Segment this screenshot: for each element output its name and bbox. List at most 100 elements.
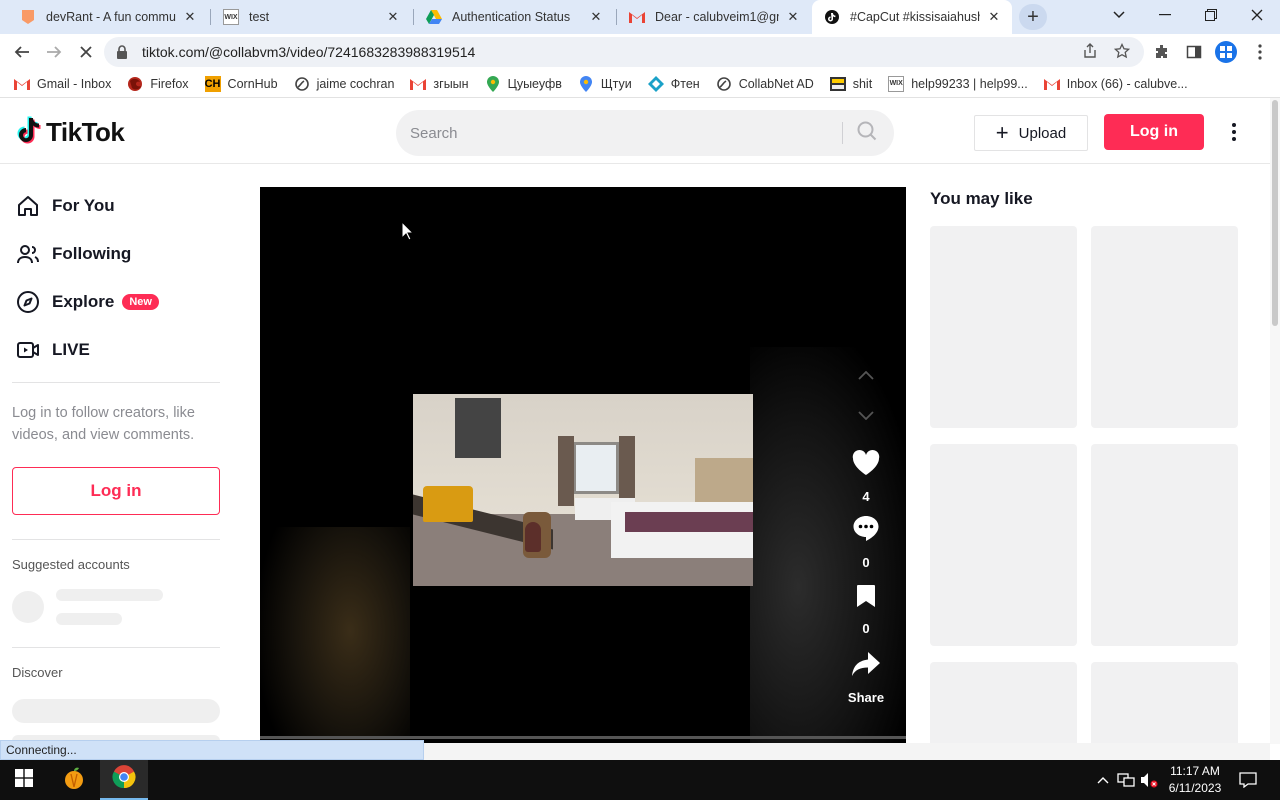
vertical-scrollbar-thumb[interactable] [1272, 100, 1278, 326]
bookmarks-bar: Gmail - Inbox Firefox CH CornHub jaime c… [0, 70, 1280, 98]
stop-loading-icon[interactable] [72, 38, 100, 66]
restore-icon[interactable] [1188, 0, 1234, 30]
sidebar-item-label: For You [52, 196, 115, 215]
close-icon[interactable]: ✕ [986, 9, 1002, 25]
skeleton-pill [12, 699, 220, 723]
network-icon[interactable] [1117, 770, 1135, 790]
devrant-icon [20, 9, 36, 25]
bookmark-help99233[interactable]: WIX help99233 | help99... [888, 75, 1028, 92]
lock-icon[interactable] [116, 45, 130, 59]
bookmark-label: Inbox (66) - calubve... [1066, 76, 1188, 91]
profile-avatar-icon[interactable] [1214, 40, 1238, 64]
bookmark-collabnet-ad[interactable]: CollabNet AD [716, 76, 814, 92]
recommended-video-placeholder[interactable] [1091, 226, 1238, 428]
bookmark-star-icon[interactable] [1112, 41, 1132, 61]
gmail-icon [410, 76, 427, 92]
share-button[interactable]: Share [836, 651, 896, 705]
bookmark-gmail-inbox[interactable]: Gmail - Inbox [14, 76, 111, 92]
upload-button[interactable]: + Upload [974, 115, 1088, 151]
recommended-video-placeholder[interactable] [1091, 662, 1238, 744]
tab-gmail-dear[interactable]: Dear - calubveim1@gmail.com ✕ [617, 0, 811, 34]
browser-menu-icon[interactable] [1250, 42, 1270, 62]
close-icon[interactable]: ✕ [588, 9, 604, 25]
previous-video-icon[interactable] [856, 368, 876, 382]
comment-icon [852, 514, 880, 547]
address-bar[interactable]: tiktok.com/@collabvm3/video/724168328398… [104, 37, 1144, 67]
sidebar-divider [12, 382, 220, 383]
forward-icon[interactable] [40, 38, 68, 66]
recommended-video-placeholder[interactable] [1091, 444, 1238, 646]
recommended-video-placeholder[interactable] [930, 226, 1077, 428]
video-player[interactable]: 4 0 0 Share [260, 187, 906, 743]
globe-icon [716, 76, 732, 92]
close-icon[interactable]: ✕ [385, 9, 401, 25]
share-page-icon[interactable] [1080, 41, 1100, 61]
tab-title: test [249, 10, 270, 24]
google-drive-icon [426, 9, 442, 25]
firefox-icon [127, 76, 143, 92]
tiktok-logo[interactable]: TikTok [16, 116, 125, 149]
show-hidden-icons-chevron-icon[interactable] [1094, 770, 1112, 790]
tab-test[interactable]: WIX test ✕ [211, 0, 411, 34]
bookmark-inbox-66[interactable]: Inbox (66) - calubve... [1043, 76, 1188, 92]
tab-strip: devRant - A fun community for developers… [0, 0, 1280, 34]
bookmark-ften[interactable]: Фтен [647, 75, 700, 92]
fruit-app-icon [62, 766, 86, 795]
tab-devrant[interactable]: devRant - A fun community for developers… [8, 0, 208, 34]
bookmark-tsuyeufv[interactable]: Цуыеуфв [485, 75, 562, 92]
window-close-icon[interactable] [1234, 0, 1280, 30]
recommended-video-placeholder[interactable] [930, 662, 1077, 744]
side-panel-icon[interactable] [1184, 42, 1204, 62]
new-badge: New [122, 294, 159, 310]
bookmark-zgyyn[interactable]: згыын [410, 76, 469, 92]
bookmark-label: Щтуи [600, 76, 632, 91]
sidebar-item-for-you[interactable]: For You [16, 190, 115, 222]
bookmark-cornhub[interactable]: CH CornHub [204, 75, 278, 92]
recommended-video-placeholder[interactable] [930, 444, 1077, 646]
url-text: tiktok.com/@collabvm3/video/724168328398… [142, 44, 476, 60]
gmail-icon [629, 9, 645, 25]
bookmark-label: згыын [433, 76, 469, 91]
header-login-button[interactable]: Log in [1104, 114, 1204, 150]
taskbar-app-fl-studio[interactable] [50, 760, 98, 800]
taskbar-app-chrome[interactable] [100, 760, 148, 800]
tab-search-chevron-icon[interactable] [1096, 0, 1142, 30]
people-icon [16, 242, 40, 266]
more-options-icon[interactable] [1224, 120, 1244, 144]
sidebar-item-live[interactable]: LIVE [16, 334, 90, 366]
like-button[interactable]: 4 [836, 450, 896, 504]
close-icon[interactable]: ✕ [785, 9, 801, 25]
bookmark-label: CollabNet AD [738, 76, 814, 91]
bookmark-firefox[interactable]: Firefox [127, 76, 189, 92]
volume-muted-icon[interactable] [1140, 770, 1158, 790]
search-input[interactable] [410, 110, 830, 156]
search-divider [842, 122, 843, 144]
new-tab-button[interactable]: + [1019, 4, 1047, 30]
tab-authentication-status[interactable]: Authentication Status ✕ [414, 0, 614, 34]
minimize-icon[interactable] [1142, 0, 1188, 30]
next-video-icon[interactable] [856, 408, 876, 422]
save-button[interactable]: 0 [836, 584, 896, 636]
sidebar-item-following[interactable]: Following [16, 238, 131, 270]
tab-title: #CapCut #kissisaiahusher [850, 10, 980, 24]
sidebar-login-button[interactable]: Log in [12, 467, 220, 515]
tiktok-header: TikTok + Upload Log in [0, 98, 1270, 164]
suggested-accounts-heading: Suggested accounts [12, 557, 130, 572]
sidebar-item-explore[interactable]: Explore New [16, 286, 159, 318]
clock-date: 6/11/2023 [1168, 781, 1222, 795]
tiktok-note-icon [16, 116, 42, 149]
bookmark-jaime-cochran[interactable]: jaime cochran [294, 76, 394, 92]
tab-tiktok-active[interactable]: #CapCut #kissisaiahusher ✕ [812, 0, 1012, 34]
start-button[interactable] [0, 760, 48, 800]
search-button[interactable] [852, 121, 882, 145]
close-icon[interactable]: ✕ [182, 9, 198, 25]
video-progress-bar[interactable] [260, 736, 906, 739]
tiktok-wordmark: TikTok [46, 117, 125, 147]
bookmark-shit[interactable]: shit [829, 76, 872, 92]
back-icon[interactable] [8, 38, 36, 66]
bookmark-shtui[interactable]: Щтуи [578, 75, 632, 92]
notifications-icon[interactable] [1238, 770, 1258, 790]
taskbar-clock[interactable]: 11:17 AM 6/11/2023 [1160, 763, 1230, 797]
extensions-icon[interactable] [1152, 42, 1172, 62]
comment-button[interactable]: 0 [836, 514, 896, 570]
